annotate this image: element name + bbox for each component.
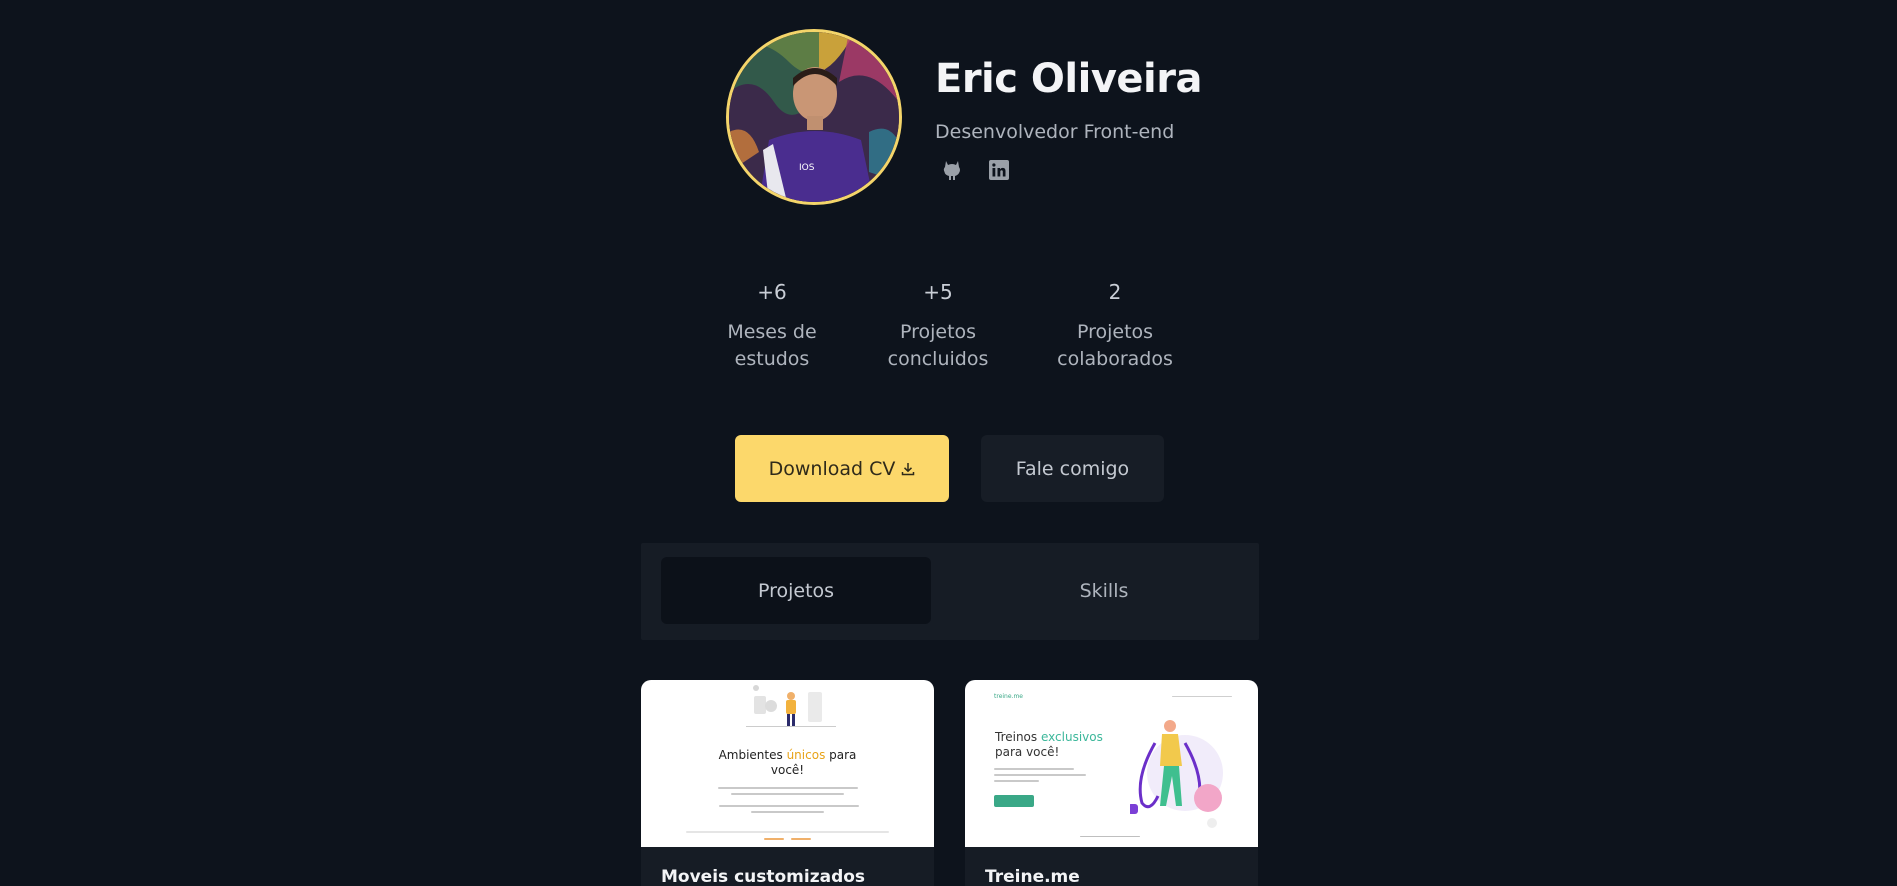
stat-studies: +6 Meses de estudos <box>727 280 816 373</box>
tab-label: Projetos <box>757 579 835 602</box>
stat-projects-done: +5 Projetos concluidos <box>888 280 989 373</box>
tab-projects[interactable]: Projetos <box>661 557 931 624</box>
section-tabs: Projetos Skills <box>641 543 1259 640</box>
illustration-icon <box>1130 720 1223 828</box>
project-thumbnail: Ambientes únicos para você! <box>641 680 934 847</box>
svg-text:IOS: IOS <box>799 163 815 173</box>
stat-label: Projetos colaborados <box>1057 321 1173 370</box>
stat-value: 2 <box>1108 280 1122 304</box>
profile-name: Eric Oliveira <box>935 56 1202 102</box>
stat-label: Projetos concluidos <box>887 321 989 370</box>
download-cv-button[interactable]: Download CV <box>735 435 949 502</box>
download-cv-label: Download CV <box>768 457 896 480</box>
contact-button[interactable]: Fale comigo <box>981 435 1164 502</box>
project-card[interactable]: Ambientes únicos para você! Moveis custo… <box>641 680 934 886</box>
project-title: Moveis customizados <box>661 867 866 886</box>
tab-label: Skills <box>1079 579 1129 602</box>
linkedin-icon[interactable] <box>986 157 1012 183</box>
avatar: IOS <box>726 29 902 205</box>
profile-role: Desenvolvedor Front-end <box>935 121 1175 143</box>
stat-value: +6 <box>757 280 787 304</box>
project-title: Treine.me <box>985 867 1080 886</box>
download-icon <box>902 462 915 475</box>
tab-skills[interactable]: Skills <box>969 557 1239 624</box>
project-card[interactable]: treine.me Treinos exclusivos para você! … <box>965 680 1258 886</box>
illustration-icon <box>746 685 836 727</box>
social-links <box>939 157 1202 183</box>
stat-collaborations: 2 Projetos colaborados <box>1057 280 1173 373</box>
project-cta <box>994 795 1034 807</box>
github-icon[interactable] <box>939 157 965 183</box>
project-thumbnail: treine.me Treinos exclusivos para você! <box>965 680 1258 847</box>
project-logo: treine.me <box>994 693 1023 700</box>
project-headline: Treinos exclusivos para você! <box>995 730 1103 759</box>
stat-label: Meses de estudos <box>727 321 817 370</box>
profile-header: IOS Eric Oliveira Desenvolvedor Front-en… <box>726 29 1202 205</box>
project-headline: Ambientes únicos para você! <box>718 748 857 777</box>
stat-value: +5 <box>923 280 953 304</box>
contact-label: Fale comigo <box>1015 457 1130 480</box>
